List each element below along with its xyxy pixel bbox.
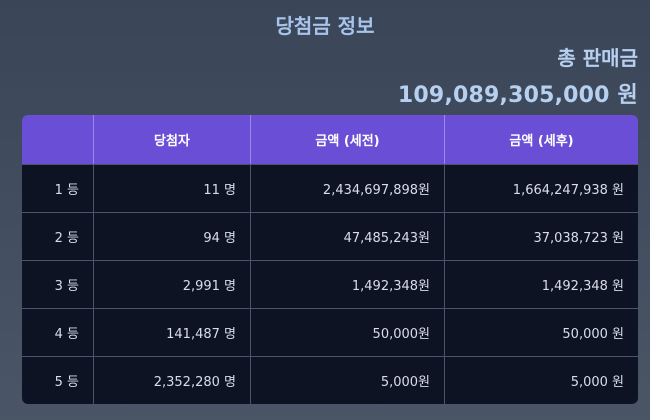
- rank-cell: 2 등: [22, 212, 94, 260]
- table-header-row: 당첨자 금액 (세전) 금액 (세후): [22, 115, 638, 164]
- amount-aftertax-cell: 1,492,348 원: [445, 260, 638, 308]
- rank-cell: 4 등: [22, 308, 94, 356]
- amount-aftertax-cell: 5,000 원: [445, 356, 638, 404]
- table-row: 4 등 141,487 명 50,000원 50,000 원: [22, 308, 638, 356]
- amount-pretax-cell: 5,000원: [251, 356, 445, 404]
- winners-cell: 141,487 명: [94, 308, 251, 356]
- table-row: 5 등 2,352,280 명 5,000원 5,000 원: [22, 356, 638, 404]
- total-sales-label: 총 판매금: [557, 46, 638, 70]
- amount-pretax-cell: 47,485,243원: [251, 212, 445, 260]
- prize-table: 당첨자 금액 (세전) 금액 (세후) 1 등 11 명 2,434,697,8…: [22, 115, 638, 404]
- winners-cell: 2,991 명: [94, 260, 251, 308]
- rank-cell: 3 등: [22, 260, 94, 308]
- table-row: 3 등 2,991 명 1,492,348원 1,492,348 원: [22, 260, 638, 308]
- amount-aftertax-cell: 1,664,247,938 원: [445, 164, 638, 212]
- total-sales: 총 판매금 109,089,305,000 원: [398, 42, 638, 109]
- winners-cell: 2,352,280 명: [94, 356, 251, 404]
- header-amount-pretax: 금액 (세전): [251, 115, 445, 164]
- table-row: 2 등 94 명 47,485,243원 37,038,723 원: [22, 212, 638, 260]
- rank-cell: 5 등: [22, 356, 94, 404]
- page-title: 당첨금 정보: [275, 14, 375, 38]
- winners-cell: 11 명: [94, 164, 251, 212]
- amount-pretax-cell: 1,492,348원: [251, 260, 445, 308]
- header-rank: [22, 115, 94, 164]
- header-amount-aftertax: 금액 (세후): [445, 115, 638, 164]
- amount-aftertax-cell: 50,000 원: [445, 308, 638, 356]
- amount-pretax-cell: 50,000원: [251, 308, 445, 356]
- table-row: 1 등 11 명 2,434,697,898원 1,664,247,938 원: [22, 164, 638, 212]
- amount-aftertax-cell: 37,038,723 원: [445, 212, 638, 260]
- rank-cell: 1 등: [22, 164, 94, 212]
- total-sales-value: 109,089,305,000 원: [397, 83, 638, 108]
- amount-pretax-cell: 2,434,697,898원: [251, 164, 445, 212]
- winners-cell: 94 명: [94, 212, 251, 260]
- header-winners: 당첨자: [94, 115, 251, 164]
